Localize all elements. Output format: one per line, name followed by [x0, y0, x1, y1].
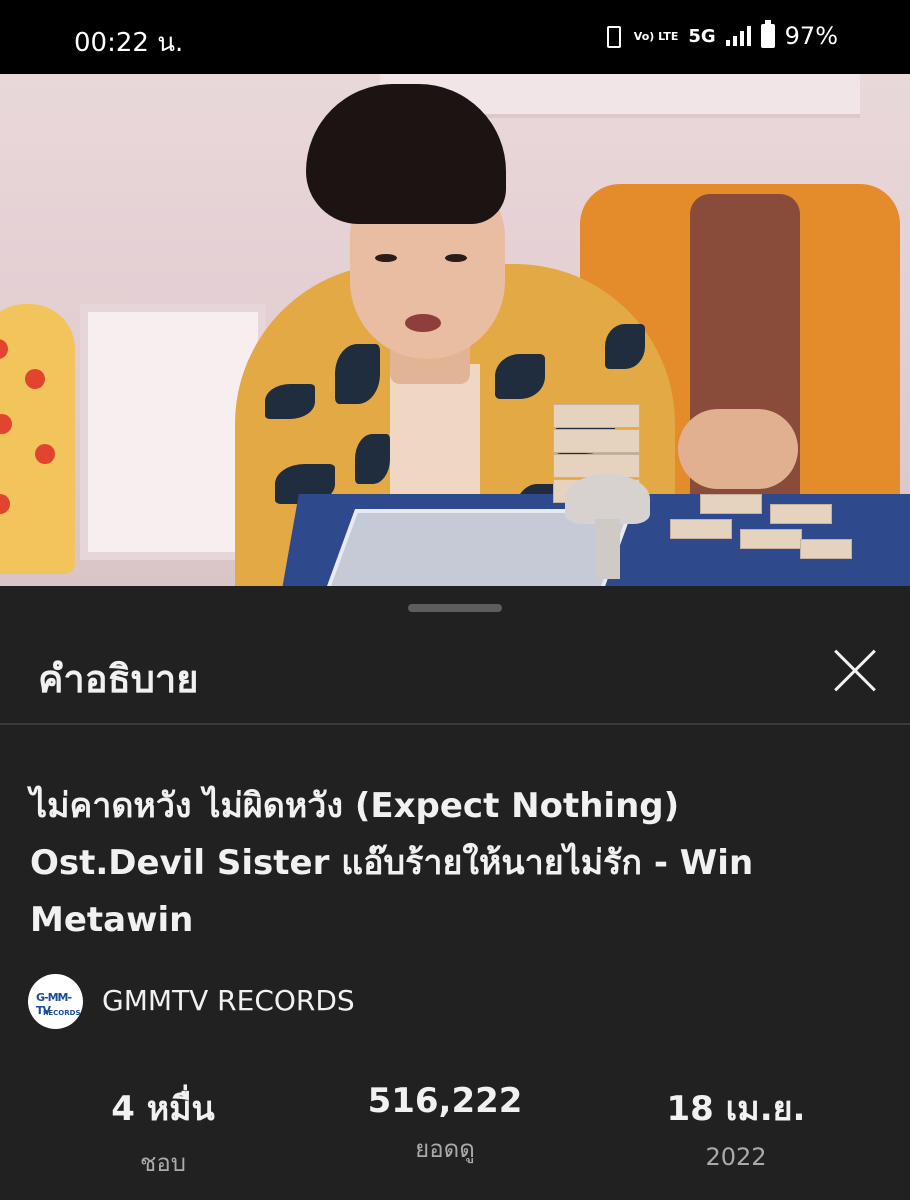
video-frame-block: [800, 539, 852, 559]
status-icons: Vo) LTE 5G 97%: [600, 20, 838, 50]
stat-views: 516,222 ยอดดู: [325, 1081, 565, 1168]
divider: [0, 723, 910, 725]
video-title: ไม่คาดหวัง ไม่ผิดหวัง (Expect Nothing) O…: [30, 786, 754, 940]
video-frame-mouth: [405, 314, 441, 332]
video-player[interactable]: [0, 74, 910, 586]
status-bar: 00:22 น. Vo) LTE 5G 97%: [0, 0, 910, 74]
video-frame-eye: [445, 254, 467, 262]
battery-icon: [760, 20, 775, 48]
volte-icon: Vo) LTE: [633, 29, 679, 43]
video-frame-block: [553, 404, 640, 428]
stat-date: 18 เม.ย. 2022: [616, 1081, 856, 1171]
video-frame-block: [553, 429, 640, 453]
stat-label: ยอดดู: [415, 1135, 475, 1163]
network-type: 5G: [688, 25, 716, 47]
vibrate-icon: [600, 25, 624, 48]
stat-value: 18 เม.ย.: [666, 1089, 806, 1129]
close-icon[interactable]: [830, 646, 880, 696]
video-frame-block: [740, 529, 802, 549]
stat-value: 4 หมื่น: [111, 1089, 215, 1129]
channel-avatar[interactable]: G-MM-TV RECORDS: [28, 974, 83, 1029]
stat-label: ชอบ: [140, 1149, 186, 1177]
channel-logo-sub: RECORDS: [43, 1009, 81, 1017]
channel-name[interactable]: GMMTV RECORDS: [102, 984, 355, 1017]
video-frame-eye: [375, 254, 397, 262]
stat-label: 2022: [705, 1143, 767, 1171]
video-frame-hand: [678, 409, 798, 489]
video-frame-hair: [306, 84, 506, 224]
signal-icon: [725, 26, 751, 46]
battery-percent: 97%: [784, 22, 838, 50]
video-frame-mushroom-toy: [565, 474, 650, 579]
video-frame-giraffe-toy: [0, 304, 75, 574]
panel-title: คำอธิบาย: [38, 657, 199, 701]
video-frame-block: [700, 494, 762, 514]
status-time: 00:22 น.: [74, 28, 184, 58]
video-frame-block: [770, 504, 832, 524]
stat-likes: 4 หมื่น ชอบ: [43, 1081, 283, 1182]
stat-value: 516,222: [367, 1081, 523, 1121]
description-panel: คำอธิบาย ไม่คาดหวัง ไม่ผิดหวัง (Expect N…: [0, 586, 910, 1200]
video-frame-block: [670, 519, 732, 539]
video-frame-shirt: [390, 364, 480, 514]
drag-handle[interactable]: [408, 604, 502, 612]
